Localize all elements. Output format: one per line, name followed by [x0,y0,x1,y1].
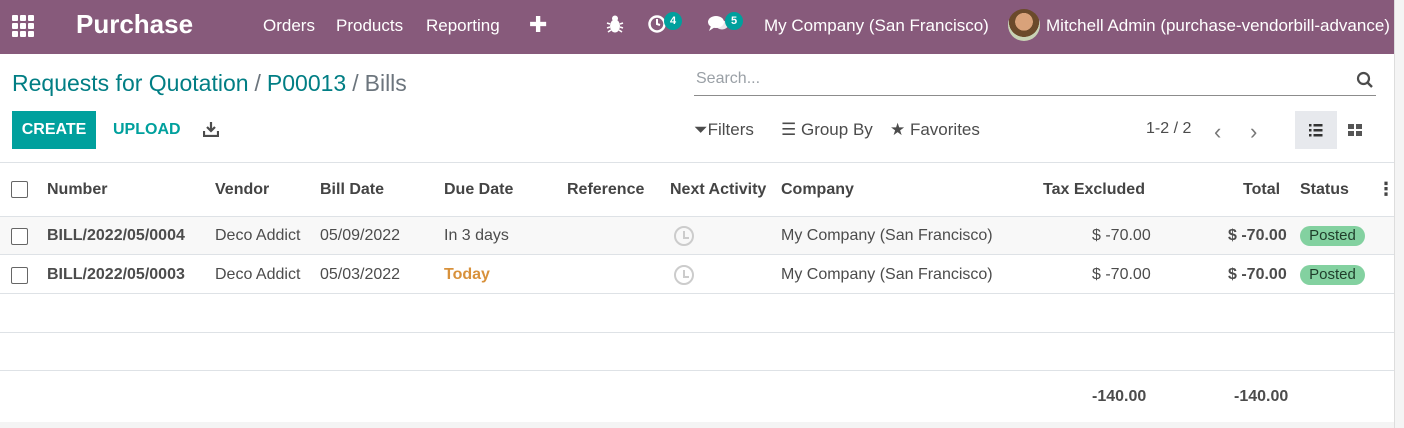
search-icon[interactable] [1356,71,1374,89]
table-header: Number Vendor Bill Date Due Date Referen… [0,162,1395,217]
breadcrumb-separator: / [254,70,261,96]
empty-row [0,295,1394,333]
kanban-view-icon [1348,124,1362,136]
clock-icon[interactable] [674,226,694,246]
breadcrumb-rfq[interactable]: Requests for Quotation [12,70,249,96]
cell-due-date: Today [444,266,490,283]
menu-reporting[interactable]: Reporting [426,16,500,36]
company-switcher[interactable]: My Company (San Francisco) [764,16,989,36]
list-view-icon [1309,124,1323,137]
create-button[interactable]: CREATE [12,111,96,149]
cell-bill-date: 05/03/2022 [320,266,401,283]
table-row[interactable]: BILL/2022/05/0004 Deco Addict 05/09/2022… [0,217,1394,255]
chevron-right-icon[interactable]: › [1250,119,1257,145]
empty-row [0,333,1394,371]
column-status[interactable]: Status [1300,181,1349,199]
menu-orders[interactable]: Orders [263,16,315,36]
row-checkbox[interactable] [11,267,28,284]
column-number[interactable]: Number [47,181,107,199]
search-input[interactable] [696,70,1336,88]
kanban-view-button[interactable] [1340,111,1372,149]
cell-number: BILL/2022/05/0004 [47,227,185,244]
column-total[interactable]: Total [1243,181,1280,199]
bug-icon[interactable] [606,14,624,34]
column-reference[interactable]: Reference [567,181,644,199]
cell-company: My Company (San Francisco) [781,227,993,244]
group-by-icon: ☰ [781,120,801,139]
cell-number: BILL/2022/05/0003 [47,266,185,283]
group-by-button[interactable]: ☰ Group By [781,120,873,140]
avatar[interactable] [1008,9,1040,41]
cell-company: My Company (San Francisco) [781,266,993,283]
status-badge: Posted [1300,226,1365,246]
favorites-button[interactable]: ★ Favorites [890,120,980,140]
breadcrumb: Requests for Quotation / P00013/Bills [12,70,407,97]
select-all-checkbox[interactable] [11,181,28,198]
cell-tax-excluded: $ -70.00 [1092,227,1151,244]
upload-button[interactable]: UPLOAD [113,121,181,139]
column-bill-date[interactable]: Bill Date [320,181,384,199]
search-bar [694,66,1376,96]
column-vendor[interactable]: Vendor [215,181,269,199]
menu-products[interactable]: Products [336,16,403,36]
apps-menu-icon[interactable] [12,15,34,37]
cell-due-date: In 3 days [444,227,509,244]
chevron-left-icon[interactable]: ‹ [1214,119,1221,145]
breadcrumb-separator: / [352,70,359,96]
cell-tax-excluded: $ -70.00 [1092,266,1151,283]
favorites-label: Favorites [909,120,980,139]
filters-button[interactable]: ⏷Filters [694,120,754,140]
cell-total: $ -70.00 [1228,266,1287,283]
download-icon[interactable] [203,121,219,137]
filter-icon: ⏷ [694,120,708,139]
status-badge: Posted [1300,265,1365,285]
breadcrumb-current: Bills [364,70,407,96]
total-amount: -140.00 [1234,388,1289,405]
list-view-button[interactable] [1295,111,1337,149]
breadcrumb-order[interactable]: P00013 [267,70,346,96]
clock-icon[interactable] [674,265,694,285]
bottom-scrollbar [0,422,1394,428]
column-company[interactable]: Company [781,181,854,199]
optional-columns-icon[interactable]: ⋮ [1377,179,1395,200]
column-tax-excluded[interactable]: Tax Excluded [1043,181,1145,199]
totals-row: -140.00 -140.00 [0,372,1394,422]
cell-vendor: Deco Addict [215,227,301,244]
star-icon: ★ [890,120,910,139]
cell-total: $ -70.00 [1228,227,1287,244]
cell-vendor: Deco Addict [215,266,301,283]
activity-count-badge: 4 [664,12,682,30]
app-title[interactable]: Purchase [76,9,193,40]
plus-icon[interactable]: ✚ [529,12,547,38]
filters-label: Filters [707,120,754,139]
total-tax-excluded: -140.00 [1092,388,1147,405]
table-row[interactable]: BILL/2022/05/0003 Deco Addict 05/03/2022… [0,256,1394,294]
group-by-label: Group By [800,120,873,139]
row-checkbox[interactable] [11,228,28,245]
column-due-date[interactable]: Due Date [444,181,513,199]
message-count-badge: 5 [725,12,743,30]
column-next-activity[interactable]: Next Activity [670,181,766,199]
top-navbar: Purchase Orders Products Reporting ✚ 4 5… [0,0,1394,54]
cell-bill-date: 05/09/2022 [320,227,401,244]
user-menu[interactable]: Mitchell Admin (purchase-vendorbill-adva… [1046,16,1390,36]
pager-value[interactable]: 1-2 / 2 [1146,120,1191,138]
scrollbar[interactable] [1394,0,1404,428]
